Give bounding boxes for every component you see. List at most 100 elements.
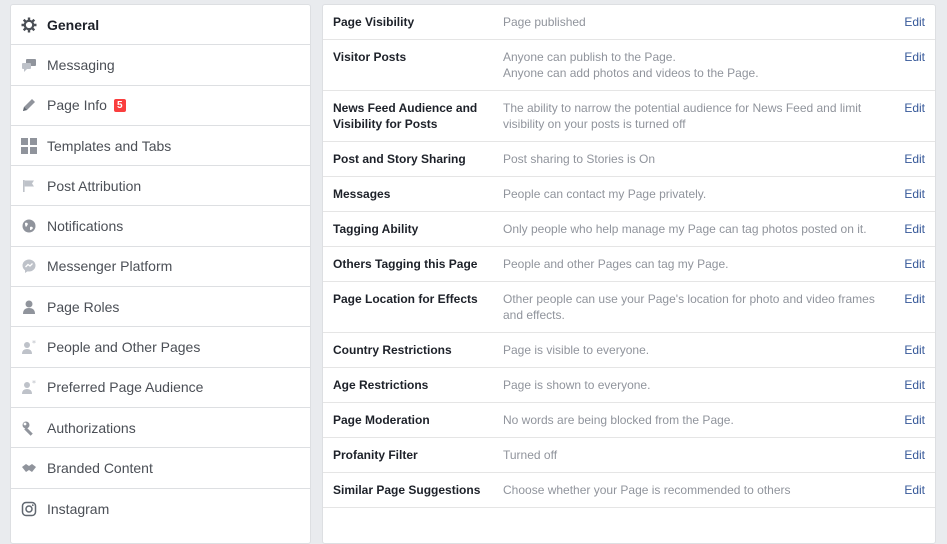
sidebar-item-authorizations[interactable]: Authorizations (11, 408, 310, 449)
svg-text:*: * (32, 339, 36, 348)
setting-description-line: People can contact my Page privately. (503, 187, 707, 201)
sidebar-item-page-info[interactable]: Page Info 5 (11, 86, 310, 126)
sidebar-item-instagram[interactable]: Instagram (11, 489, 310, 529)
sidebar-item-label: Messenger Platform (47, 258, 173, 275)
edit-link[interactable]: Edit (885, 412, 925, 428)
notification-badge: 5 (113, 98, 126, 112)
setting-name: Country Restrictions (333, 343, 452, 357)
edit-link[interactable]: Edit (885, 100, 925, 116)
sidebar-item-people-and-other-pages[interactable]: * People and Other Pages (11, 327, 310, 368)
sidebar-item-page-roles[interactable]: Page Roles (11, 287, 310, 328)
setting-description-line: Other people can use your Page's locatio… (503, 292, 875, 306)
setting-description-line: The ability to narrow the potential audi… (503, 101, 862, 115)
setting-row-country-restrictions: Country Restrictions Page is visible to … (323, 333, 935, 368)
edit-link[interactable]: Edit (885, 221, 925, 237)
setting-row-visitor-posts: Visitor Posts Anyone can publish to the … (323, 40, 935, 91)
setting-description-line: Only people who help manage my Page can … (503, 222, 867, 236)
sidebar-item-label: Page Info (47, 97, 107, 114)
setting-row-others-tagging: Others Tagging this Page People and othe… (323, 247, 935, 282)
sidebar-item-messaging[interactable]: Messaging (11, 45, 310, 86)
setting-row-news-feed-audience: News Feed Audience and Visibility for Po… (323, 91, 935, 142)
setting-description-line: Page published (503, 15, 586, 29)
sidebar-item-messenger-platform[interactable]: Messenger Platform (11, 247, 310, 288)
person-icon (21, 299, 37, 315)
sidebar-item-branded-content[interactable]: Branded Content (11, 448, 310, 489)
setting-description: The ability to narrow the potential audi… (503, 100, 885, 132)
sidebar-item-general[interactable]: General (11, 5, 310, 46)
setting-name: Page Moderation (333, 413, 430, 427)
setting-name: Others Tagging this Page (333, 257, 478, 271)
sidebar-item-label: Branded Content (47, 459, 153, 476)
setting-name: Page Visibility (333, 15, 415, 29)
sidebar-item-post-attribution[interactable]: Post Attribution (11, 166, 310, 207)
general-settings-panel: Page Visibility Page published Edit Visi… (322, 4, 936, 544)
setting-name: News Feed Audience and Visibility for Po… (333, 101, 478, 131)
sidebar-item-label: Authorizations (47, 419, 136, 436)
sidebar-item-label: Post Attribution (47, 177, 142, 194)
sidebar-item-label: Preferred Page Audience (47, 379, 204, 396)
setting-name: Tagging Ability (333, 222, 419, 236)
sidebar-item-label: General (47, 16, 100, 33)
setting-description-line: People and other Pages can tag my Page. (503, 257, 729, 271)
setting-description: Post sharing to Stories is On (503, 151, 885, 167)
setting-description: Choose whether your Page is recommended … (503, 482, 885, 498)
setting-row-page-visibility: Page Visibility Page published Edit (323, 5, 935, 40)
sidebar-item-label: Instagram (47, 500, 110, 517)
messenger-icon (21, 258, 37, 274)
setting-row-page-location-effects: Page Location for Effects Other people c… (323, 282, 935, 333)
sidebar-item-label: People and Other Pages (47, 339, 201, 356)
setting-name: Post and Story Sharing (333, 152, 466, 166)
settings-sidebar: General Messaging Page Info 5 Templates … (10, 4, 311, 544)
setting-row-tagging-ability: Tagging Ability Only people who help man… (323, 212, 935, 247)
edit-link[interactable]: Edit (885, 447, 925, 463)
setting-description-line: Page is visible to everyone. (503, 343, 650, 357)
pencil-icon (21, 97, 37, 113)
wrench-icon (21, 420, 37, 436)
sidebar-item-preferred-page-audience[interactable]: * Preferred Page Audience (11, 368, 310, 408)
setting-description: Other people can use your Page's locatio… (503, 291, 885, 323)
sidebar-item-label: Page Roles (47, 298, 120, 315)
setting-description: Turned off (503, 447, 885, 463)
setting-description: No words are being blocked from the Page… (503, 412, 885, 428)
setting-row-post-and-story-sharing: Post and Story Sharing Post sharing to S… (323, 142, 935, 177)
setting-name: Messages (333, 187, 391, 201)
setting-name: Similar Page Suggestions (333, 483, 481, 497)
chat-bubbles-icon (21, 57, 37, 73)
setting-name: Age Restrictions (333, 378, 429, 392)
setting-description: People can contact my Page privately. (503, 186, 885, 202)
edit-link[interactable]: Edit (885, 377, 925, 393)
handshake-icon (21, 460, 37, 476)
globe-icon (21, 218, 37, 234)
setting-description-line: Post sharing to Stories is On (503, 152, 656, 166)
sidebar-item-notifications[interactable]: Notifications (11, 206, 310, 247)
setting-description-line: Page is shown to everyone. (503, 378, 651, 392)
setting-row-similar-page-suggestions: Similar Page Suggestions Choose whether … (323, 473, 935, 508)
person-star-icon: * (21, 339, 37, 355)
edit-link[interactable]: Edit (885, 482, 925, 498)
edit-link[interactable]: Edit (885, 186, 925, 202)
edit-link[interactable]: Edit (885, 49, 925, 65)
setting-description: Page is shown to everyone. (503, 377, 885, 393)
setting-description: People and other Pages can tag my Page. (503, 256, 885, 272)
sidebar-item-label: Templates and Tabs (47, 137, 172, 154)
sidebar-item-templates-and-tabs[interactable]: Templates and Tabs (11, 126, 310, 167)
setting-row-messages: Messages People can contact my Page priv… (323, 177, 935, 212)
edit-link[interactable]: Edit (885, 291, 925, 307)
setting-name: Profanity Filter (333, 448, 418, 462)
edit-link[interactable]: Edit (885, 342, 925, 358)
setting-description-line: Choose whether your Page is recommended … (503, 483, 791, 497)
setting-description: Page is visible to everyone. (503, 342, 885, 358)
setting-description: Only people who help manage my Page can … (503, 221, 885, 237)
setting-description-line: and effects. (503, 308, 565, 322)
setting-description: Page published (503, 14, 885, 30)
sidebar-item-label: Messaging (47, 56, 115, 73)
setting-name: Page Location for Effects (333, 292, 478, 306)
edit-link[interactable]: Edit (885, 256, 925, 272)
setting-row-profanity-filter: Profanity Filter Turned off Edit (323, 438, 935, 473)
person-star-icon: * (21, 379, 37, 395)
setting-description-line: Turned off (503, 448, 558, 462)
setting-row-age-restrictions: Age Restrictions Page is shown to everyo… (323, 368, 935, 403)
gear-icon (21, 17, 37, 33)
edit-link[interactable]: Edit (885, 151, 925, 167)
edit-link[interactable]: Edit (885, 14, 925, 30)
